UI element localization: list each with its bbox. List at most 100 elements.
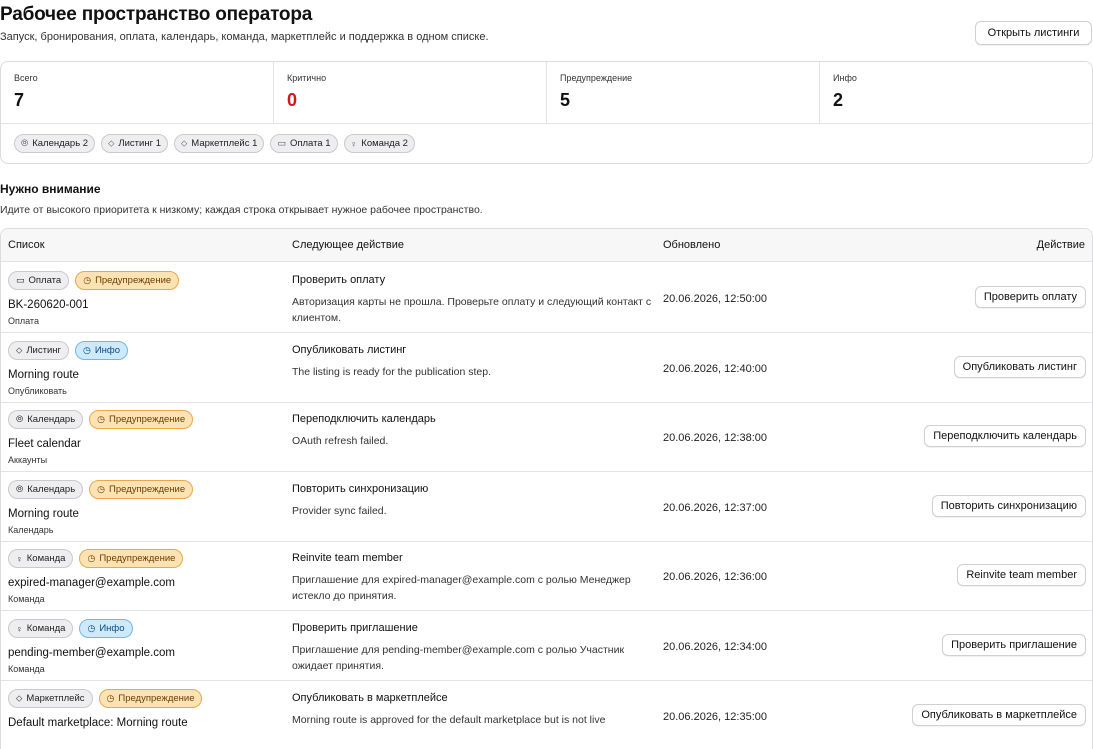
row-action-button[interactable]: Повторить синхронизацию <box>931 494 1086 517</box>
next-action-title: Переподключить календарь <box>292 413 436 426</box>
table-row[interactable]: ♀ Команда ◷ Инфо pending-member@example.com К… <box>1 611 1092 681</box>
stat-label: Критично <box>287 73 327 83</box>
card-icon: ▭ <box>277 138 286 148</box>
next-action-title: Опубликовать в маркетплейсе <box>292 691 448 704</box>
filter-chip-label: Календарь 2 <box>32 138 89 149</box>
filter-chip[interactable]: ⦾ Календарь 2 <box>14 134 96 153</box>
updated-timestamp: 20.06.2026, 12:34:00 <box>663 641 767 653</box>
calendar-icon: ⦾ <box>21 138 29 148</box>
table-row[interactable]: ⦾ Календарь ◷ Предупреждение Morning route Ка… <box>1 472 1092 542</box>
open-listings-button[interactable]: Открыть листинги <box>975 21 1092 45</box>
updated-timestamp: 20.06.2026, 12:40:00 <box>663 362 767 375</box>
clock-icon: ◷ <box>97 483 106 494</box>
next-action-title: Проверить оплату <box>292 274 386 286</box>
stat-critical: Критично 0 <box>274 62 547 123</box>
next-action-title: Проверить приглашение <box>292 622 418 634</box>
clock-icon: ◷ <box>87 553 96 564</box>
severity-badge: ◷ Инфо <box>74 340 129 360</box>
filter-chip[interactable]: ⬦ Листинг 1 <box>101 134 168 153</box>
category-badge-label: Оплата <box>28 275 62 286</box>
filter-chip[interactable]: ♀ Команда 2 <box>343 134 415 153</box>
next-action-description: Авторизация карты не прошла. Проверьте о… <box>292 296 652 324</box>
category-filter-chips: ⦾ Календарь 2 ⬦ Листинг 1 ⬦ Маркетплейс 1 ▭ Опл… <box>14 134 415 153</box>
stat-label: Предупреждение <box>560 73 633 83</box>
row-action-button[interactable]: Опубликовать в маркетплейсе <box>912 703 1086 726</box>
card-icon: ▭ <box>16 275 25 285</box>
page-header: Рабочее пространство оператора Запуск, б… <box>0 0 1093 52</box>
severity-badge: ◷ Предупреждение <box>89 410 194 430</box>
row-badges: ♀ Команда ◷ Предупреждение <box>8 549 184 569</box>
row-badges: ⦾ Календарь ◷ Предупреждение <box>8 410 194 430</box>
row-action-button[interactable]: Проверить оплату <box>974 286 1086 308</box>
row-title: BK-260620-001 <box>8 299 89 311</box>
stat-value: 7 <box>14 90 25 110</box>
row-action-button[interactable]: Reinvite team member <box>957 564 1086 587</box>
category-badge: ▭ Оплата <box>8 271 70 290</box>
updated-timestamp: 20.06.2026, 12:35:00 <box>663 710 767 723</box>
row-subtitle: Календарь <box>8 524 54 535</box>
severity-badge: ◷ Предупреждение <box>98 688 203 708</box>
person-icon: ♀ <box>16 623 23 634</box>
table-row[interactable]: ⦾ Календарь ◷ Предупреждение Fleet calendar А… <box>1 402 1092 473</box>
column-header-next-action: Следующее действие <box>292 239 404 251</box>
filter-chip[interactable]: ▭ Оплата 1 <box>270 134 338 153</box>
next-action-title: Повторить синхронизацию <box>292 482 429 495</box>
row-badges: ⦾ Календарь ◷ Предупреждение <box>8 479 194 499</box>
severity-badge: ◷ Предупреждение <box>75 271 180 290</box>
table-row[interactable]: ♀ Команда ◷ Предупреждение expired-manager@e… <box>1 541 1092 612</box>
next-action-description: Приглашение для expired-manager@example.… <box>292 574 631 603</box>
category-badge: ⦾ Календарь <box>8 410 84 430</box>
filter-chip-label: Маркетплейс 1 <box>191 138 258 149</box>
severity-badge-label: Предупреждение <box>95 275 172 286</box>
updated-timestamp: 20.06.2026, 12:38:00 <box>663 432 767 445</box>
filter-chip[interactable]: ⬦ Маркетплейс 1 <box>173 134 265 153</box>
row-title: Default marketplace: Morning route <box>8 716 188 729</box>
row-title: expired-manager@example.com <box>8 577 175 590</box>
row-subtitle: Команда <box>8 664 45 674</box>
next-action-description: OAuth refresh failed. <box>292 435 389 448</box>
stat-warning: Предупреждение 5 <box>547 62 820 123</box>
row-badges: ⬦ Листинг ◷ Инфо <box>8 340 129 360</box>
table-row[interactable]: ▭ Оплата ◷ Предупреждение BK-260620-001 Оплат… <box>1 263 1092 333</box>
calendar-icon: ⦾ <box>16 483 24 494</box>
category-badge-label: Маркетплейс <box>26 692 85 704</box>
filter-chip-label: Команда 2 <box>361 138 408 149</box>
category-badge: ⦾ Календарь <box>8 479 84 499</box>
updated-timestamp: 20.06.2026, 12:36:00 <box>663 571 767 584</box>
column-header-updated: Обновлено <box>663 239 721 251</box>
severity-badge-label: Предупреждение <box>109 483 186 495</box>
category-badge-label: Команда <box>26 623 66 634</box>
category-badge: ♀ Команда <box>8 619 74 638</box>
table-row[interactable]: ⬦ Маркетплейс ◷ Предупреждение Default marke… <box>1 681 1092 749</box>
severity-badge: ◷ Инфо <box>79 619 133 638</box>
row-action-button[interactable]: Проверить приглашение <box>942 634 1086 656</box>
category-badge: ♀ Команда <box>8 549 74 569</box>
attention-table: Список Следующее действие Обновлено Дейс… <box>0 228 1093 749</box>
row-subtitle: Опубликовать <box>8 385 67 396</box>
row-badges: ♀ Команда ◷ Инфо <box>8 619 133 638</box>
category-badge: ⬦ Листинг <box>8 340 69 360</box>
severity-badge-label: Инфо <box>99 623 125 634</box>
tag-icon: ⬦ <box>16 344 23 355</box>
stat-value: 5 <box>560 90 571 110</box>
clock-icon: ◷ <box>87 623 96 633</box>
column-header-action: Действие <box>1036 239 1085 251</box>
filter-chip-label: Листинг 1 <box>118 138 161 149</box>
next-action-title: Reinvite team member <box>292 552 403 565</box>
table-row[interactable]: ⬦ Листинг ◷ Инфо Morning route Опубликовать Оп… <box>1 333 1092 403</box>
row-action-button[interactable]: Опубликовать листинг <box>953 355 1086 378</box>
next-action-description: Morning route is approved for the defaul… <box>292 713 606 726</box>
next-action-description: Приглашение для pending-member@example.c… <box>292 644 625 672</box>
stat-value: 0 <box>287 90 298 110</box>
clock-icon: ◷ <box>83 275 92 285</box>
filter-chip-label: Оплата 1 <box>289 138 331 149</box>
stat-value: 2 <box>833 90 844 110</box>
row-action-button[interactable]: Переподключить календарь <box>924 425 1086 448</box>
person-icon: ♀ <box>16 553 23 564</box>
next-action-description: The listing is ready for the publication… <box>292 365 492 378</box>
clock-icon: ◷ <box>82 344 91 355</box>
row-subtitle: Оплата <box>8 316 39 326</box>
row-title: pending-member@example.com <box>8 647 175 659</box>
stat-label: Инфо <box>833 73 857 83</box>
tag-icon: ⬦ <box>180 138 188 148</box>
